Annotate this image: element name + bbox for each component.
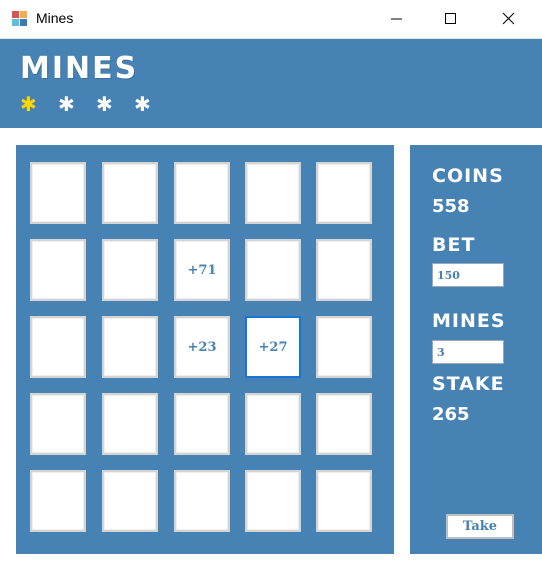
grid-tile[interactable] (245, 239, 301, 301)
maximize-button[interactable] (428, 0, 474, 38)
grid-tile[interactable] (102, 316, 158, 378)
grid-tile[interactable] (174, 393, 230, 455)
grid-tile[interactable] (245, 162, 301, 224)
star-icon: ✱ (134, 92, 151, 116)
minimize-button[interactable] (374, 0, 420, 38)
app-icon (12, 11, 27, 26)
mines-label: MINES (432, 310, 506, 332)
grid-tile[interactable] (102, 239, 158, 301)
grid-tile[interactable] (316, 162, 372, 224)
window-titlebar: Mines (0, 0, 542, 39)
mines-input[interactable] (432, 340, 504, 364)
star-icon: ✱ (96, 92, 113, 116)
grid-tile[interactable]: +71 (174, 239, 230, 301)
star-icon: ✱ (58, 92, 75, 116)
grid-tile[interactable] (245, 470, 301, 532)
grid-tile[interactable] (30, 316, 86, 378)
grid-tile[interactable] (30, 162, 86, 224)
grid-tile[interactable]: +27 (245, 316, 301, 378)
bet-label: BET (432, 234, 476, 256)
coins-label: COINS (432, 165, 504, 187)
minimize-icon (391, 18, 402, 20)
close-button[interactable] (486, 0, 532, 38)
close-icon (502, 12, 515, 25)
stats-panel: COINS 558 BET MINES STAKE 265 Take (410, 145, 542, 554)
stake-label: STAKE (432, 373, 505, 395)
star-icon: ✱ (20, 92, 37, 116)
grid-tile[interactable] (30, 393, 86, 455)
grid-tile[interactable] (102, 162, 158, 224)
grid-tile[interactable] (102, 470, 158, 532)
grid-tile[interactable] (174, 470, 230, 532)
coins-value: 558 (432, 196, 470, 217)
grid-tile[interactable] (30, 239, 86, 301)
game-title: MINES (20, 51, 139, 86)
grid-tile[interactable] (316, 470, 372, 532)
window-title: Mines (36, 10, 74, 26)
grid-tile[interactable] (316, 239, 372, 301)
grid-tile[interactable]: +23 (174, 316, 230, 378)
grid-tile[interactable] (245, 393, 301, 455)
maximize-icon (445, 13, 456, 24)
grid-tile[interactable] (316, 393, 372, 455)
take-button[interactable]: Take (446, 514, 514, 539)
header-banner: MINES ✱ ✱ ✱ ✱ (0, 39, 542, 128)
mine-grid: +71 +23 +27 (16, 145, 394, 554)
stake-value: 265 (432, 404, 470, 425)
grid-tile[interactable] (316, 316, 372, 378)
bet-input[interactable] (432, 263, 504, 287)
grid-tile[interactable] (30, 470, 86, 532)
grid-tile[interactable] (174, 162, 230, 224)
grid-tile[interactable] (102, 393, 158, 455)
